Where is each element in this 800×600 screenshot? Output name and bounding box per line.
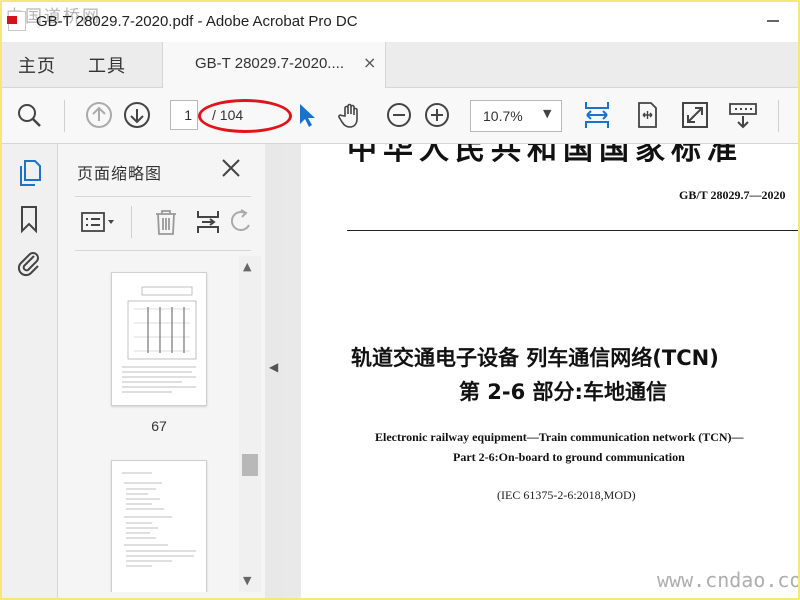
header-rule — [347, 230, 798, 231]
document-header-title: 中华人民共和国国家标准 — [347, 144, 743, 167]
close-tab-icon[interactable]: × — [363, 53, 376, 72]
zoom-value: 10.7% — [483, 108, 523, 124]
divider — [131, 206, 132, 238]
search-icon[interactable] — [14, 100, 44, 130]
iec-reference: (IEC 61375-2-6:2018,MOD) — [497, 488, 636, 502]
chevron-down-icon: ▼ — [543, 107, 552, 120]
divider — [75, 196, 251, 197]
page-thumbnail[interactable] — [111, 272, 207, 406]
rotate-page-icon[interactable] — [632, 100, 662, 130]
fit-width-icon[interactable] — [580, 98, 614, 132]
select-pointer-icon[interactable] — [292, 100, 322, 130]
insert-page-icon[interactable] — [193, 207, 223, 237]
thumbnail-content — [122, 472, 196, 567]
thumbnail-content — [122, 286, 197, 393]
navigation-rail — [2, 144, 58, 598]
acrobat-window: 中国道桥网 GB-T 28029.7-2020.pdf - Adobe Acro… — [2, 2, 798, 598]
thumbnail-list: 67 — [59, 256, 239, 592]
tab-home[interactable]: 主页 — [18, 52, 56, 78]
toolbar-separator — [778, 100, 779, 132]
tab-document[interactable]: GB-T 28029.7-2020.... × — [162, 42, 386, 88]
title-english-line2: Part 2-6:On-board to ground communicatio… — [453, 450, 685, 464]
thumbnail-panel: 页面缩略图 67 ▲ ▼ — [59, 144, 265, 598]
rotate-icon[interactable] — [231, 207, 253, 237]
panel-title: 页面缩略图 — [77, 164, 163, 183]
tab-bar: 主页 工具 GB-T 28029.7-2020.... × — [2, 42, 798, 88]
scroll-mode-icon[interactable] — [728, 100, 758, 130]
zoom-in-icon[interactable] — [422, 100, 452, 130]
panel-collapse-handle[interactable]: ◀ — [265, 144, 283, 598]
title-english-line1: Electronic railway equipment—Train commu… — [375, 430, 744, 444]
scroll-down-icon[interactable]: ▼ — [243, 574, 251, 587]
tab-tools[interactable]: 工具 — [88, 52, 126, 78]
document-view[interactable]: 中华人民共和国国家标准 GB/T 28029.7—2020 轨道交通电子设备 列… — [283, 144, 798, 598]
thumbnail-scrollbar[interactable]: ▲ ▼ — [239, 256, 261, 592]
thumbnail-options-icon[interactable] — [79, 207, 119, 237]
hand-tool-icon[interactable] — [336, 100, 366, 130]
scroll-up-icon[interactable]: ▲ — [243, 260, 251, 273]
document-page: 中华人民共和国国家标准 GB/T 28029.7—2020 轨道交通电子设备 列… — [301, 144, 798, 598]
page-thumbnail[interactable] — [111, 460, 207, 592]
pdf-file-icon — [7, 11, 26, 31]
next-page-icon[interactable] — [122, 100, 152, 130]
thumbnail-label: 67 — [151, 418, 167, 434]
zoom-out-icon[interactable] — [384, 100, 414, 130]
title-bar: 中国道桥网 GB-T 28029.7-2020.pdf - Adobe Acro… — [2, 2, 798, 42]
page-number-input[interactable]: 1 — [170, 100, 198, 130]
toolbar-separator — [64, 100, 65, 132]
divider — [75, 250, 251, 251]
close-icon[interactable] — [219, 156, 243, 180]
title-chinese-line1: 轨道交通电子设备 列车通信网络(TCN) — [351, 346, 719, 370]
minimize-icon[interactable] — [760, 8, 786, 34]
document-tab-label: GB-T 28029.7-2020.... — [195, 55, 344, 72]
watermark-bottom: www.cndao.com — [657, 568, 798, 592]
full-screen-icon[interactable] — [680, 100, 710, 130]
bookmarks-icon[interactable] — [15, 204, 43, 234]
toolbar: 1 / 104 10.7% ▼ — [2, 88, 798, 144]
window-title: GB-T 28029.7-2020.pdf - Adobe Acrobat Pr… — [36, 13, 358, 30]
delete-icon[interactable] — [151, 207, 181, 237]
zoom-select[interactable]: 10.7% ▼ — [470, 100, 562, 132]
scroll-thumb[interactable] — [242, 454, 258, 476]
previous-page-icon[interactable] — [84, 100, 114, 130]
collapse-arrow-icon: ◀ — [269, 360, 279, 374]
title-chinese-line2: 第 2-6 部分:车地通信 — [459, 380, 667, 404]
annotation-ellipse — [198, 99, 292, 133]
page-thumbnails-icon[interactable] — [15, 158, 43, 188]
attachments-icon[interactable] — [15, 248, 43, 278]
standard-number: GB/T 28029.7—2020 — [679, 188, 786, 202]
